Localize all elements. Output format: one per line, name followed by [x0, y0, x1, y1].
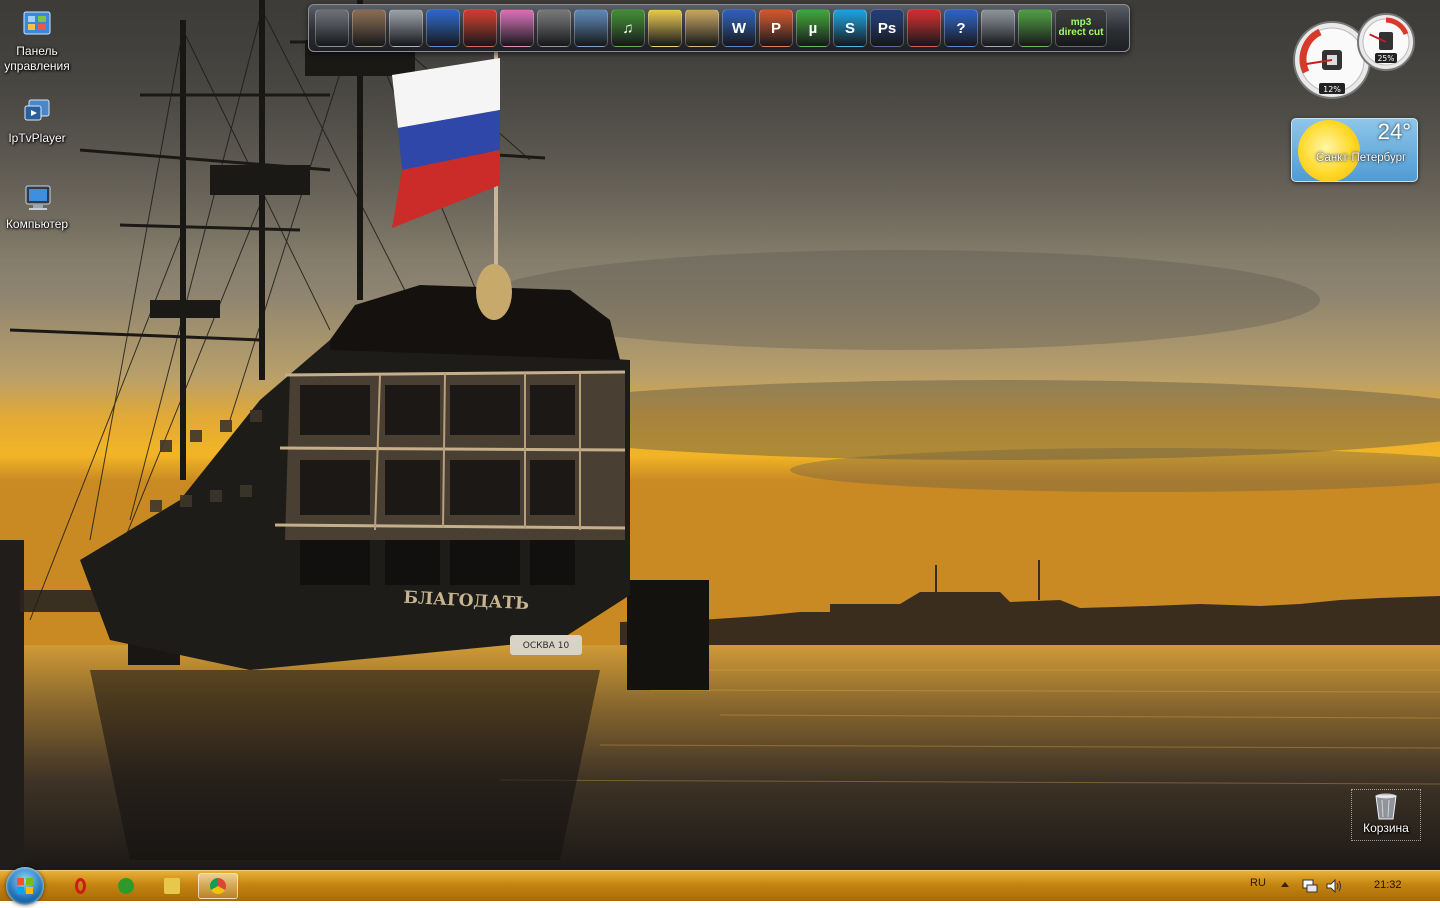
- cpu-usage-value: 12%: [1323, 85, 1341, 94]
- skype-icon: S: [844, 19, 855, 37]
- utorrent-icon: [118, 878, 134, 894]
- desktop-icon-label: Панель управления: [4, 44, 70, 73]
- volume-icon[interactable]: [1326, 878, 1344, 896]
- desktop-wallpaper: БЛАГОДАТЬ ОСКВА 10: [0, 0, 1440, 870]
- dock-item-music-note[interactable]: ♫: [611, 9, 645, 47]
- desktop-icon-label: Корзина: [1363, 821, 1409, 835]
- desktop-icon-control-panel[interactable]: Панель управления: [0, 9, 74, 74]
- desktop-icon-iptvplayer[interactable]: IpTvPlayer: [0, 96, 74, 146]
- weather-gadget[interactable]: 24° Санкт-Петербург: [1291, 118, 1418, 182]
- control-panel-icon: [21, 9, 53, 41]
- dock-item-photoshop[interactable]: Ps: [870, 9, 904, 47]
- taskbar-button-utorrent[interactable]: [106, 873, 146, 899]
- dock-item-shield-app[interactable]: [315, 9, 349, 47]
- cpu-meter-gadget[interactable]: 12% 25%: [1290, 8, 1416, 100]
- boat-name-text: ОСКВА 10: [523, 641, 570, 651]
- weather-city: Санкт-Петербург: [1316, 152, 1407, 164]
- dock-item-utorrent[interactable]: µ: [796, 9, 830, 47]
- dock-item-cash-app[interactable]: [1018, 9, 1052, 47]
- mp3-directcut-icon: mp3 direct cut: [1058, 17, 1104, 38]
- help-icon: ?: [956, 19, 966, 37]
- dock-item-game-portrait[interactable]: [352, 9, 386, 47]
- iptv-player-icon: [21, 96, 53, 128]
- taskbar-button-opera[interactable]: [60, 873, 100, 899]
- dock-item-archive-app[interactable]: [685, 9, 719, 47]
- dock-item-help[interactable]: ?: [944, 9, 978, 47]
- desktop-icon-computer[interactable]: Компьютер: [0, 182, 74, 232]
- photoshop-icon: Ps: [877, 19, 897, 37]
- dock-item-globe-app[interactable]: [426, 9, 460, 47]
- opera-icon: [74, 878, 86, 894]
- taskbar: RU 21:32: [0, 867, 1440, 905]
- dock-item-movie-maker[interactable]: [537, 9, 571, 47]
- language-indicator[interactable]: RU: [1250, 877, 1266, 889]
- file-explorer-icon: [164, 878, 180, 894]
- taskbar-button-chrome[interactable]: [198, 873, 238, 899]
- powerpoint-icon: P: [770, 19, 781, 37]
- dock-item-powerpoint[interactable]: P: [759, 9, 793, 47]
- desktop-icon-recycle-bin[interactable]: Корзина: [1351, 789, 1421, 841]
- windows-logo-icon: [17, 878, 33, 894]
- utorrent-icon: µ: [808, 19, 818, 37]
- music-note-icon: ♫: [622, 19, 634, 37]
- system-clock[interactable]: 21:32: [1374, 879, 1402, 891]
- chrome-icon: [210, 878, 226, 894]
- dock-item-radio-app[interactable]: [907, 9, 941, 47]
- app-dock: ♫ W Pµ S Ps? mp3 direct cut: [308, 4, 1130, 52]
- show-hidden-icons-arrow[interactable]: [1281, 882, 1289, 887]
- memory-usage-value: 25%: [1378, 54, 1395, 63]
- computer-icon: [21, 182, 53, 214]
- dock-item-word[interactable]: W: [722, 9, 756, 47]
- start-button[interactable]: [6, 867, 44, 905]
- taskbar-button-file-explorer[interactable]: [152, 873, 192, 899]
- dock-item-photo-viewer[interactable]: [574, 9, 608, 47]
- recycle-bin-icon: [1373, 792, 1399, 820]
- dock-item-skype[interactable]: S: [833, 9, 867, 47]
- sun-icon: [1298, 120, 1360, 181]
- dock-item-knight-game[interactable]: [389, 9, 423, 47]
- dock-item-girl-game[interactable]: [500, 9, 534, 47]
- desktop-icon-label: IpTvPlayer: [8, 131, 66, 145]
- word-icon: W: [731, 19, 747, 37]
- network-icon[interactable]: [1302, 879, 1318, 896]
- dock-item-counter-strike[interactable]: [463, 9, 497, 47]
- dock-item-webcam-app[interactable]: [981, 9, 1015, 47]
- dock-item-mp3-directcut[interactable]: mp3 direct cut: [1055, 9, 1107, 47]
- dock-item-folder[interactable]: [648, 9, 682, 47]
- weather-temperature: 24°: [1377, 119, 1411, 144]
- desktop-icon-label: Компьютер: [5, 217, 69, 231]
